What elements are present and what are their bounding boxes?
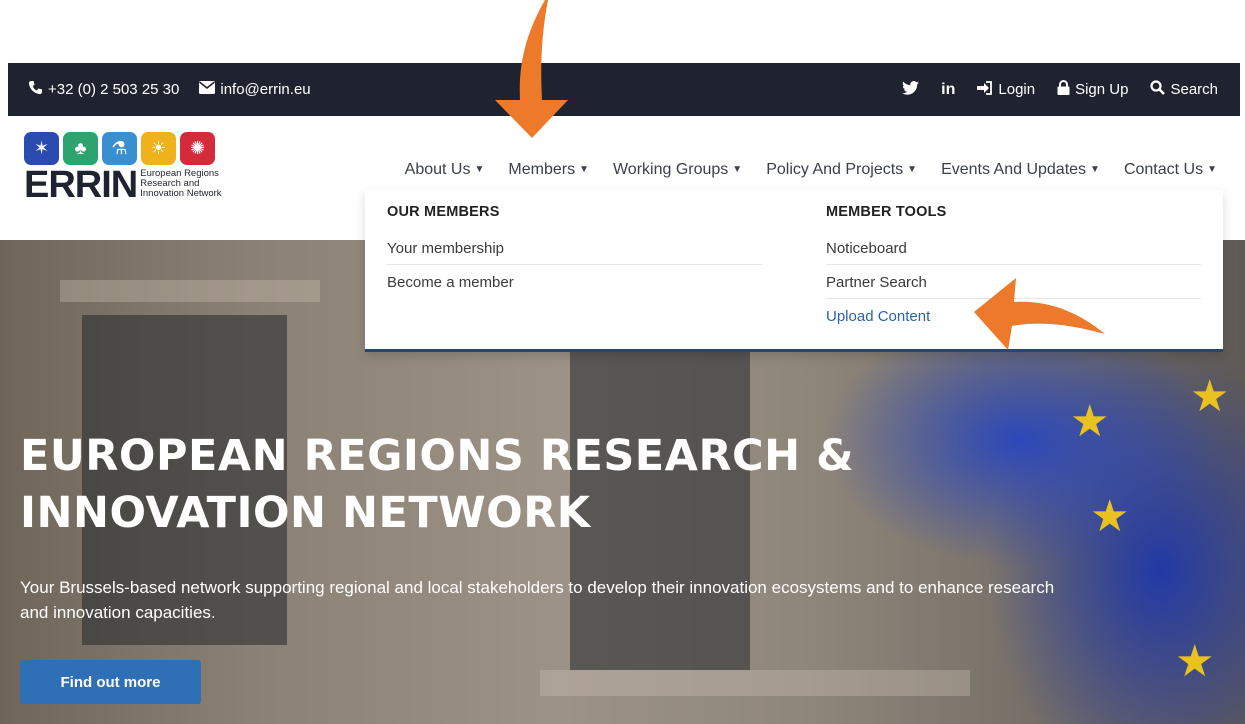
flag-star-icon: ★ <box>1175 637 1215 686</box>
sign-in-icon <box>977 80 993 99</box>
linkedin-icon: in <box>941 80 956 98</box>
caret-down-icon: ▼ <box>907 164 918 175</box>
hero-title: EUROPEAN REGIONS RESEARCH & INNOVATION N… <box>20 428 920 542</box>
hero-ledge-bottom <box>540 670 970 696</box>
phone-number: +32 (0) 2 503 25 30 <box>48 81 180 98</box>
twitter-icon <box>902 80 920 99</box>
login-label: Login <box>998 81 1036 98</box>
our-members-column: OUR MEMBERS Your membership Become a mem… <box>387 204 762 298</box>
caret-down-icon: ▼ <box>474 164 485 175</box>
logo-wordmark: ERRIN <box>24 164 138 206</box>
logo-atom-icon: ✺ <box>180 132 215 165</box>
envelope-icon <box>199 81 216 98</box>
become-member-link[interactable]: Become a member <box>387 265 762 298</box>
search-icon <box>1150 80 1166 99</box>
phone-link[interactable]: +32 (0) 2 503 25 30 <box>28 80 179 99</box>
nav-about-us-label: About Us <box>404 161 471 178</box>
caret-down-icon: ▼ <box>732 164 743 175</box>
search-link[interactable]: Search <box>1150 80 1218 99</box>
logo-tree-icon: ♣ <box>63 132 98 165</box>
hero-subtitle: Your Brussels-based network supporting r… <box>20 578 1055 622</box>
flag-star-icon: ★ <box>1090 492 1130 541</box>
nav-members[interactable]: Members ▼ <box>496 156 601 184</box>
nav-events-and-updates[interactable]: Events And Updates ▼ <box>929 156 1112 184</box>
caret-down-icon: ▼ <box>1207 164 1217 175</box>
logo-cubes: ✶ ♣ ⚗ ☀ ✺ <box>24 132 234 165</box>
lock-icon <box>1057 80 1070 99</box>
nav-contact-label: Contact Us <box>1123 161 1204 178</box>
annotation-arrow-down-icon <box>495 0 568 138</box>
nav-members-label: Members <box>508 161 576 178</box>
email-address: info@errin.eu <box>220 81 311 98</box>
find-out-more-button[interactable]: Find out more <box>20 660 201 704</box>
linkedin-link[interactable]: in <box>941 81 955 99</box>
hero-title-line2: INNOVATION NETWORK <box>20 488 591 538</box>
logo-flask-icon: ⚗ <box>102 132 137 165</box>
nav-policy-label: Policy And Projects <box>766 161 904 178</box>
signup-label: Sign Up <box>1075 81 1129 98</box>
email-link[interactable]: info@errin.eu <box>199 81 311 98</box>
top-utility-bar: +32 (0) 2 503 25 30 info@errin.eu in Log… <box>8 63 1240 116</box>
your-membership-link[interactable]: Your membership <box>387 231 762 265</box>
logo-star-icon: ✶ <box>24 132 59 165</box>
nav-policy-and-projects[interactable]: Policy And Projects ▼ <box>754 156 929 184</box>
phone-icon <box>28 80 43 99</box>
nav-working-groups-label: Working Groups <box>612 161 729 178</box>
our-members-heading: OUR MEMBERS <box>387 204 500 220</box>
main-nav: About Us ▼ Members ▼ Working Groups ▼ Polic… <box>393 156 1229 184</box>
twitter-link[interactable] <box>902 80 920 99</box>
nav-working-groups[interactable]: Working Groups ▼ <box>601 156 754 184</box>
member-tools-heading: MEMBER TOOLS <box>826 204 947 220</box>
flag-star-icon: ★ <box>1070 397 1110 446</box>
hero-title-line1: EUROPEAN REGIONS RESEARCH & <box>20 431 855 481</box>
annotation-arrow-left-icon <box>974 278 1105 350</box>
nav-about-us[interactable]: About Us ▼ <box>393 156 497 184</box>
caret-down-icon: ▼ <box>1090 164 1100 175</box>
nav-events-label: Events And Updates <box>941 161 1087 178</box>
search-label: Search <box>1170 81 1218 98</box>
hero-ledge-left <box>60 280 320 302</box>
caret-down-icon: ▼ <box>579 164 589 175</box>
nav-contact-us[interactable]: Contact Us ▼ <box>1112 156 1229 184</box>
noticeboard-link[interactable]: Noticeboard <box>826 231 1201 265</box>
flag-star-icon: ★ <box>1190 372 1230 421</box>
login-link[interactable]: Login <box>977 80 1036 99</box>
logo-subtitle-line3: Innovation Network <box>140 188 222 199</box>
logo-subtitle: European Regions Research and Innovation… <box>140 169 221 199</box>
logo-bulb-icon: ☀ <box>141 132 176 165</box>
signup-link[interactable]: Sign Up <box>1057 80 1128 99</box>
errin-logo[interactable]: ✶ ♣ ⚗ ☀ ✺ ERRIN European Regions Researc… <box>24 132 234 227</box>
